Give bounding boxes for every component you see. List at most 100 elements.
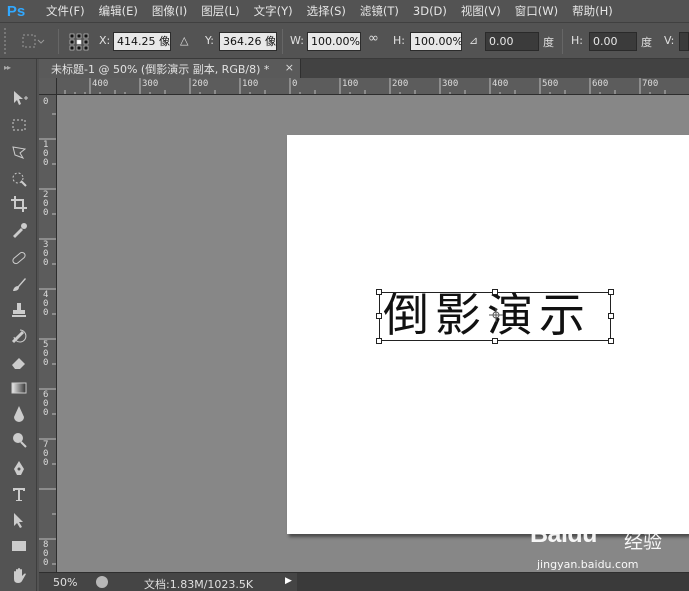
status-icon[interactable] <box>96 576 108 588</box>
menu-help[interactable]: 帮助(H) <box>565 0 620 22</box>
marquee-tool-icon[interactable] <box>6 114 32 136</box>
baidu-jingyan-watermark: Baidu 经验 jingyan.baidu.com <box>530 520 686 578</box>
brush-tool-icon[interactable] <box>6 273 32 295</box>
separator <box>58 29 59 54</box>
angle-unit-label: 度 <box>543 36 554 49</box>
vertical-skew-input[interactable] <box>679 32 689 51</box>
horizontal-ruler[interactable]: 400 300 200 100 0 100 200 300 400 500 60… <box>57 78 689 95</box>
ruler-label: 200 <box>192 79 209 89</box>
ruler-label: 700 <box>642 79 659 89</box>
hand-tool-icon[interactable] <box>6 564 32 586</box>
y-label: Y: <box>205 34 214 47</box>
ruler-label: 1 0 0 <box>43 140 49 168</box>
jingyan-label: 经验 <box>624 531 663 553</box>
type-tool-icon[interactable] <box>6 483 32 505</box>
blur-tool-icon[interactable] <box>6 402 32 424</box>
ruler-origin[interactable] <box>39 78 57 95</box>
ruler-label: 100 <box>342 79 359 89</box>
ruler-label: 6 0 0 <box>43 390 49 418</box>
menu-file[interactable]: 文件(F) <box>39 0 92 22</box>
collapse-icon[interactable]: ▸▸ <box>4 63 11 72</box>
vertical-ruler[interactable]: 0 1 0 0 2 0 0 3 0 0 4 0 0 5 0 0 6 0 0 7 … <box>39 95 57 572</box>
quick-selection-tool-icon[interactable] <box>6 168 32 190</box>
menu-edit[interactable]: 编辑(E) <box>92 0 145 22</box>
transform-handle[interactable] <box>376 289 382 295</box>
menu-filter[interactable]: 滤镜(T) <box>353 0 406 22</box>
menu-type[interactable]: 文字(Y) <box>247 0 300 22</box>
ruler-label: 8 0 0 <box>43 540 49 568</box>
ruler-label: 200 <box>392 79 409 89</box>
history-brush-tool-icon[interactable] <box>6 325 32 347</box>
horizontal-scrollbar[interactable] <box>297 573 689 591</box>
transform-handle[interactable] <box>376 338 382 344</box>
ruler-label: 100 <box>242 79 259 89</box>
reference-point-icon[interactable] <box>489 308 503 322</box>
eraser-tool-icon[interactable] <box>6 351 32 373</box>
clone-stamp-tool-icon[interactable] <box>6 299 32 321</box>
delta-icon[interactable]: △ <box>180 34 188 47</box>
baidu-logo: Baidu <box>530 520 597 548</box>
dodge-tool-icon[interactable] <box>6 429 32 451</box>
menu-select[interactable]: 选择(S) <box>300 0 353 22</box>
y-position-input[interactable]: 364.26 像 <box>219 32 277 51</box>
rotation-input[interactable]: 0.00 <box>485 32 539 51</box>
tools-panel: ▸▸ <box>0 59 37 591</box>
ruler-label: 0 <box>43 97 49 107</box>
transform-tool-icon[interactable] <box>20 32 46 51</box>
transform-handle[interactable] <box>376 313 382 319</box>
gradient-tool-icon[interactable] <box>6 377 32 399</box>
ruler-label: 300 <box>142 79 159 89</box>
hskew-unit-label: 度 <box>641 36 652 49</box>
canvas-area[interactable]: 倒影演示 <box>57 95 689 572</box>
ruler-label: 0 <box>292 79 298 89</box>
options-bar: X: 414.25 像 △ Y: 364.26 像 W: 100.00% ∞ H… <box>0 22 689 59</box>
menu-3d[interactable]: 3D(D) <box>406 0 454 22</box>
document-tab[interactable]: 未标题-1 @ 50% (倒影演示 副本, RGB/8) * × <box>39 59 301 78</box>
menu-bar: Ps 文件(F) 编辑(E) 图像(I) 图层(L) 文字(Y) 选择(S) 滤… <box>0 0 689 22</box>
lasso-tool-icon[interactable] <box>6 141 32 163</box>
menu-layer[interactable]: 图层(L) <box>194 0 246 22</box>
zoom-level[interactable]: 50% <box>53 576 77 589</box>
transform-handle[interactable] <box>492 338 498 344</box>
transform-handle[interactable] <box>492 289 498 295</box>
ruler-label: 500 <box>542 79 559 89</box>
x-position-input[interactable]: 414.25 像 <box>113 32 171 51</box>
ruler-label: 400 <box>92 79 109 89</box>
ruler-label: 600 <box>592 79 609 89</box>
path-selection-tool-icon[interactable] <box>6 509 32 531</box>
menu-window[interactable]: 窗口(W) <box>508 0 565 22</box>
w-label: W: <box>290 34 304 47</box>
x-label: X: <box>99 34 111 47</box>
menu-view[interactable]: 视图(V) <box>454 0 508 22</box>
ruler-label: 400 <box>492 79 509 89</box>
status-menu-arrow-icon[interactable]: ▶ <box>285 576 292 586</box>
ruler-label: 2 0 0 <box>43 190 49 218</box>
width-input[interactable]: 100.00% <box>307 32 361 51</box>
reference-point-icon[interactable] <box>69 33 89 51</box>
link-icon[interactable]: ∞ <box>368 31 379 46</box>
move-tool-icon[interactable] <box>6 87 32 109</box>
menu-image[interactable]: 图像(I) <box>145 0 194 22</box>
horizontal-skew-input[interactable]: 0.00 <box>589 32 637 51</box>
rectangle-tool-icon[interactable] <box>6 535 32 557</box>
document-tab-title: 未标题-1 @ 50% (倒影演示 副本, RGB/8) * <box>51 62 270 76</box>
healing-brush-tool-icon[interactable] <box>6 247 32 269</box>
height-input[interactable]: 100.00% <box>410 32 462 51</box>
document-info: 文档:1.83M/1023.5K <box>144 578 254 591</box>
transform-handle[interactable] <box>608 289 614 295</box>
v-label: V: <box>664 34 675 47</box>
status-bar: 50% 文档:1.83M/1023.5K ▶ <box>39 572 689 591</box>
h-label: H: <box>393 34 405 47</box>
pen-tool-icon[interactable] <box>6 457 32 479</box>
options-grip[interactable] <box>4 28 10 54</box>
transform-handle[interactable] <box>608 338 614 344</box>
document-tab-bar: 未标题-1 @ 50% (倒影演示 副本, RGB/8) * × <box>39 59 689 78</box>
eyedropper-tool-icon[interactable] <box>6 219 32 241</box>
ruler-label: 300 <box>442 79 459 89</box>
crop-tool-icon[interactable] <box>6 193 32 215</box>
transform-handle[interactable] <box>608 313 614 319</box>
ruler-label: 5 0 0 <box>43 340 49 368</box>
photoshop-logo: Ps <box>6 2 26 20</box>
angle-icon: ⊿ <box>469 34 479 47</box>
close-tab-button[interactable]: × <box>285 61 294 74</box>
